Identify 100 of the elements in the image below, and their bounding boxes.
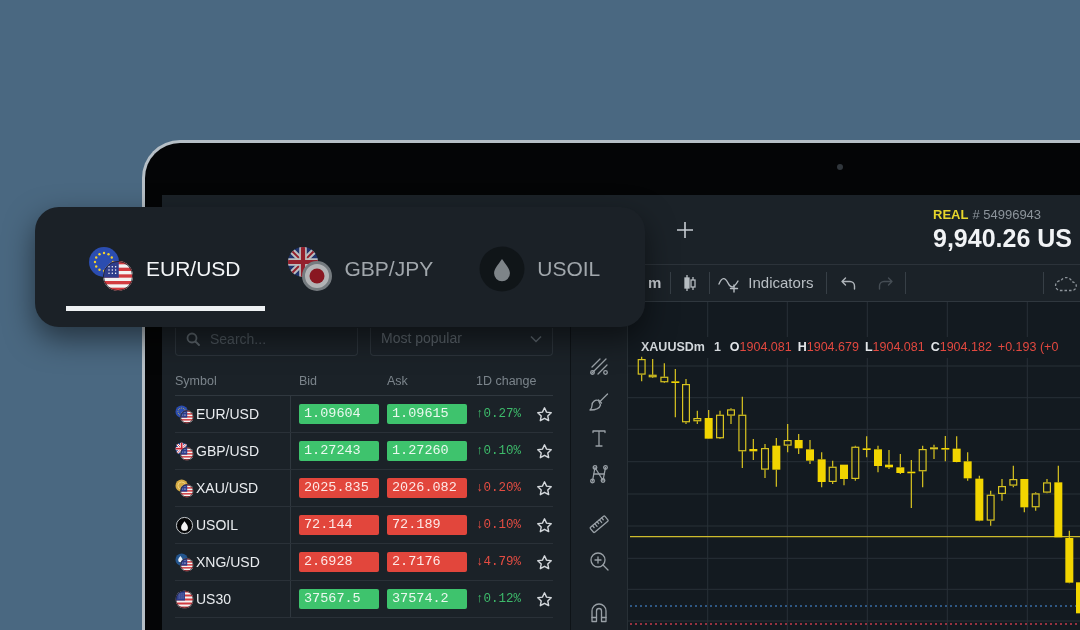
- candlestick-icon[interactable]: [683, 274, 698, 292]
- bid-price: 72.144: [299, 515, 379, 535]
- candlestick: [693, 410, 702, 425]
- symbol-name: US30: [196, 589, 232, 609]
- change-value: ↓0.20%: [476, 479, 521, 497]
- magnet-icon[interactable]: [588, 601, 610, 623]
- eu-us-flag-icon: [88, 245, 134, 292]
- candlestick: [704, 409, 713, 440]
- bid-price: 1.09604: [299, 404, 379, 424]
- candlestick: [716, 410, 724, 440]
- candlestick: [1076, 582, 1080, 614]
- bid-price: 1.27243: [299, 441, 379, 461]
- symbol-name: XNG/USD: [196, 552, 260, 572]
- change-value: ↑0.12%: [476, 590, 521, 608]
- ask-price: 1.09615: [387, 404, 467, 424]
- candlestick: [930, 444, 938, 460]
- bid-price: 37567.5: [299, 589, 379, 609]
- coin-us-flag-icon: [175, 478, 194, 498]
- candlestick: [918, 445, 927, 488]
- column-header: Bid: [299, 373, 319, 391]
- balance: 9,940.26 US: [933, 222, 1073, 253]
- star-icon[interactable]: [536, 405, 553, 423]
- ohlc-value: L1904.081: [864, 340, 925, 354]
- ohlc-value: O1904.081: [729, 340, 792, 354]
- indicators-button[interactable]: Indicators: [718, 271, 814, 295]
- uk-japan-flag-icon: [286, 245, 333, 292]
- bid-price: 2025.835: [299, 478, 379, 498]
- oil-drop-icon: [175, 515, 194, 535]
- ask-price: 37574.2: [387, 589, 467, 609]
- oil-drop-icon: [479, 245, 526, 292]
- drop-us-flag-icon: [175, 552, 194, 572]
- candlestick: [1031, 491, 1040, 512]
- candlestick: [648, 358, 657, 379]
- plus-icon[interactable]: [676, 220, 694, 239]
- symbol-name: XAU/USD: [196, 478, 259, 498]
- star-icon[interactable]: [536, 442, 553, 460]
- undo-icon[interactable]: [840, 276, 857, 290]
- account-type: REAL: [933, 206, 969, 222]
- candlestick: [794, 433, 803, 455]
- candlestick: [941, 435, 950, 462]
- candlestick: [851, 445, 860, 482]
- candlestick: [671, 368, 680, 418]
- column-header: Ask: [387, 373, 409, 391]
- candlestick: [806, 439, 814, 465]
- symbol-name: EUR/USD: [196, 404, 259, 424]
- candlestick: [975, 475, 984, 522]
- star-icon[interactable]: [536, 590, 553, 608]
- change-value: ↓4.79%: [476, 553, 521, 571]
- candlestick: [1020, 478, 1029, 513]
- ohlc-value: H1904.679: [797, 340, 859, 354]
- tab[interactable]: EUR/USD: [66, 235, 265, 311]
- candlestick: [761, 443, 769, 479]
- star-icon[interactable]: [536, 479, 553, 497]
- star-icon[interactable]: [536, 553, 553, 571]
- pattern-icon[interactable]: [588, 463, 610, 485]
- candlestick: [963, 451, 972, 482]
- timeframe-button[interactable]: m: [648, 274, 662, 292]
- symbol-name: GBP/USD: [196, 441, 259, 461]
- candlestick: [998, 478, 1006, 502]
- ask-price: 2.7176: [387, 552, 467, 572]
- uk-us-flag-icon: [175, 441, 194, 461]
- legend-symbol: XAUUSDm: [641, 340, 705, 354]
- change-value: ↑0.27%: [476, 405, 521, 423]
- ohlc-value: C1904.182: [930, 340, 992, 354]
- chevron-down-icon: [530, 334, 542, 343]
- change-value: ↓0.10%: [476, 516, 521, 534]
- candlestick: [986, 490, 995, 527]
- candlestick: [660, 362, 669, 384]
- candlestick: [828, 460, 837, 485]
- candlestick: [896, 453, 905, 475]
- candlestick: [907, 459, 916, 509]
- symbol-name: USOIL: [196, 515, 238, 535]
- us-flag-icon: [175, 589, 194, 609]
- account-number: # 54996943: [972, 206, 1042, 222]
- candlestick: [817, 451, 826, 488]
- column-header: 1D change: [476, 373, 537, 391]
- candlestick: [885, 449, 893, 470]
- tab[interactable]: USOIL: [457, 235, 625, 311]
- eu-us-flag-icon: [175, 404, 194, 424]
- candlestick: [862, 435, 871, 458]
- candlestick: [1043, 478, 1051, 494]
- candlestick: [840, 464, 848, 486]
- zoom-in-icon[interactable]: [588, 550, 610, 572]
- candlestick: [637, 356, 646, 382]
- brush-icon[interactable]: [588, 391, 610, 413]
- legend-change: +0.193 (+0: [997, 340, 1059, 354]
- bid-price: 2.6928: [299, 552, 379, 572]
- candlestick: [952, 435, 961, 463]
- change-value: ↑0.10%: [476, 442, 521, 460]
- tab[interactable]: GBP/JPY: [264, 235, 458, 311]
- star-icon[interactable]: [536, 516, 553, 534]
- candlestick: [727, 407, 735, 425]
- ask-price: 1.27260: [387, 441, 467, 461]
- candlestick: [749, 438, 758, 461]
- legend-interval: 1: [713, 340, 721, 354]
- search-icon: [186, 332, 200, 346]
- candlestick: [682, 378, 690, 425]
- cloud-icon[interactable]: [1054, 274, 1078, 292]
- candlestick: [783, 423, 792, 453]
- ruler-icon[interactable]: [588, 513, 610, 535]
